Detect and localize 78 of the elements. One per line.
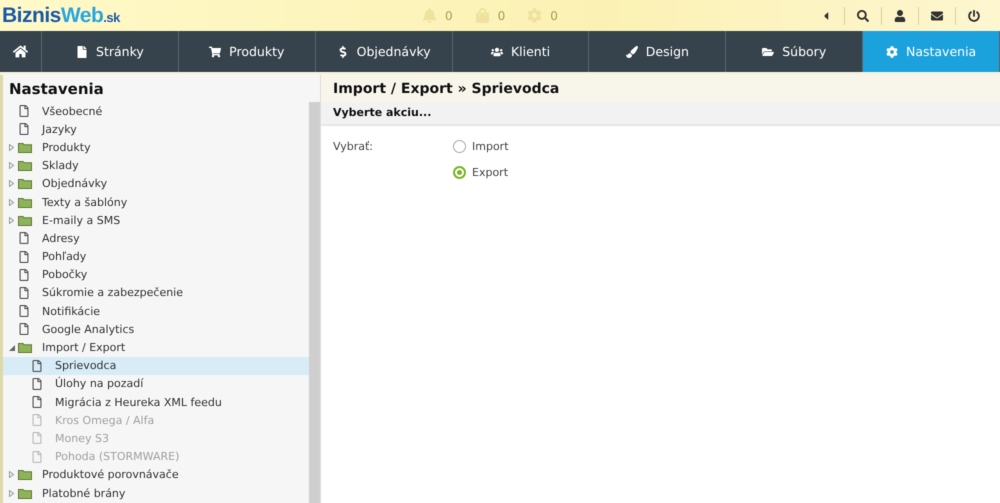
- page-icon: [18, 268, 30, 281]
- folder-icon: [18, 342, 32, 354]
- tree-item[interactable]: Produktové porovnávače: [42, 468, 179, 482]
- page-icon: [31, 396, 43, 408]
- tree-row[interactable]: Jazyky: [3, 120, 309, 138]
- page-icon: [18, 105, 30, 118]
- page-icon: [18, 323, 30, 336]
- page-icon: [31, 432, 43, 444]
- tree-item[interactable]: Sprievodca: [55, 359, 116, 372]
- sidebar-title: Nastavenia: [8, 79, 105, 100]
- tree-row[interactable]: Notifikácie: [3, 302, 309, 320]
- users-icon: [490, 46, 503, 58]
- dollar-icon: [336, 46, 349, 58]
- home-icon: [13, 44, 28, 59]
- user-icon[interactable]: [894, 10, 906, 22]
- tree-item[interactable]: Produkty: [42, 140, 91, 154]
- brush-icon: [626, 46, 638, 58]
- radio-button[interactable]: [453, 166, 466, 179]
- page-icon: [18, 232, 30, 244]
- page-icon: [18, 305, 30, 318]
- page-icon: [18, 123, 30, 136]
- tree-item[interactable]: Pobočky: [42, 268, 88, 282]
- scrollbar[interactable]: [309, 102, 320, 503]
- page-icon: [76, 46, 88, 58]
- folder-icon: [18, 142, 32, 153]
- search-icon[interactable]: [857, 10, 869, 22]
- tree-item[interactable]: Texty a šablóny: [42, 196, 128, 209]
- tree-item[interactable]: Jazyky: [42, 122, 77, 136]
- mail-icon[interactable]: [931, 10, 943, 22]
- folder-icon: [18, 469, 32, 480]
- notification-count: 0: [498, 8, 506, 22]
- collapse-arrow-icon[interactable]: [9, 344, 18, 351]
- tree-item[interactable]: Pohľady: [42, 250, 86, 264]
- tree-row[interactable]: Migrácia z Heureka XML feedu: [3, 393, 309, 412]
- cart-icon: [209, 46, 222, 58]
- page-icon: [31, 414, 43, 426]
- tree-item[interactable]: Adresy: [42, 232, 80, 245]
- radio-label[interactable]: Import: [472, 140, 509, 153]
- tree-row[interactable]: Súkromie a zabezpečenie: [3, 284, 309, 302]
- settings-icon: [886, 46, 898, 58]
- tree-item[interactable]: Súkromie a zabezpečenie: [42, 286, 184, 300]
- tree-item[interactable]: Notifikácie: [42, 304, 100, 318]
- tree-item[interactable]: Migrácia z Heureka XML feedu: [55, 396, 222, 409]
- tree-row[interactable]: Všeobecné: [3, 102, 309, 120]
- page-icon: [31, 378, 43, 390]
- tree-item[interactable]: Sklady: [42, 159, 79, 172]
- tree-row[interactable]: Google Analytics: [3, 320, 309, 338]
- radio-button[interactable]: [453, 140, 466, 153]
- page-icon: [18, 286, 30, 299]
- notification-count: 0: [550, 8, 558, 22]
- page-icon: [18, 250, 30, 263]
- tree-item[interactable]: Import / Export: [42, 341, 126, 354]
- radio-label[interactable]: Export: [472, 166, 508, 179]
- tree-row[interactable]: Pohľady: [3, 248, 309, 266]
- tree-row[interactable]: Adresy: [3, 229, 309, 248]
- tree-item[interactable]: Objednávky: [42, 177, 108, 190]
- folder-icon: [18, 178, 32, 190]
- notification-count: 0: [445, 8, 453, 22]
- page-icon: [31, 450, 43, 463]
- tree-row[interactable]: Úlohy na pozadí: [3, 374, 309, 393]
- folder-icon: [18, 160, 32, 172]
- folder-icon: [18, 488, 32, 499]
- tree-row[interactable]: Pobočky: [3, 266, 309, 284]
- page-title: Import / Export » Sprievodca: [321, 75, 1000, 102]
- page-icon: [31, 360, 43, 372]
- folder-icon: [18, 214, 32, 226]
- tree-item[interactable]: Všeobecné: [42, 104, 102, 118]
- logo[interactable]: BiznisWeb.sk: [2, 4, 422, 28]
- tree-item[interactable]: E-maily a SMS: [42, 214, 120, 227]
- tree-item[interactable]: Platobné brány: [42, 486, 126, 500]
- section-heading: Vyberte akciu...: [321, 102, 1000, 126]
- tree-item[interactable]: Google Analytics: [42, 322, 134, 336]
- power-icon[interactable]: [968, 10, 980, 22]
- field-label: Vybrať:: [333, 140, 374, 155]
- folder-icon: [18, 196, 32, 208]
- tree-row[interactable]: Sprievodca: [3, 356, 309, 375]
- folder-icon: [762, 46, 774, 58]
- tree-item[interactable]: Úlohy na pozadí: [55, 377, 144, 390]
